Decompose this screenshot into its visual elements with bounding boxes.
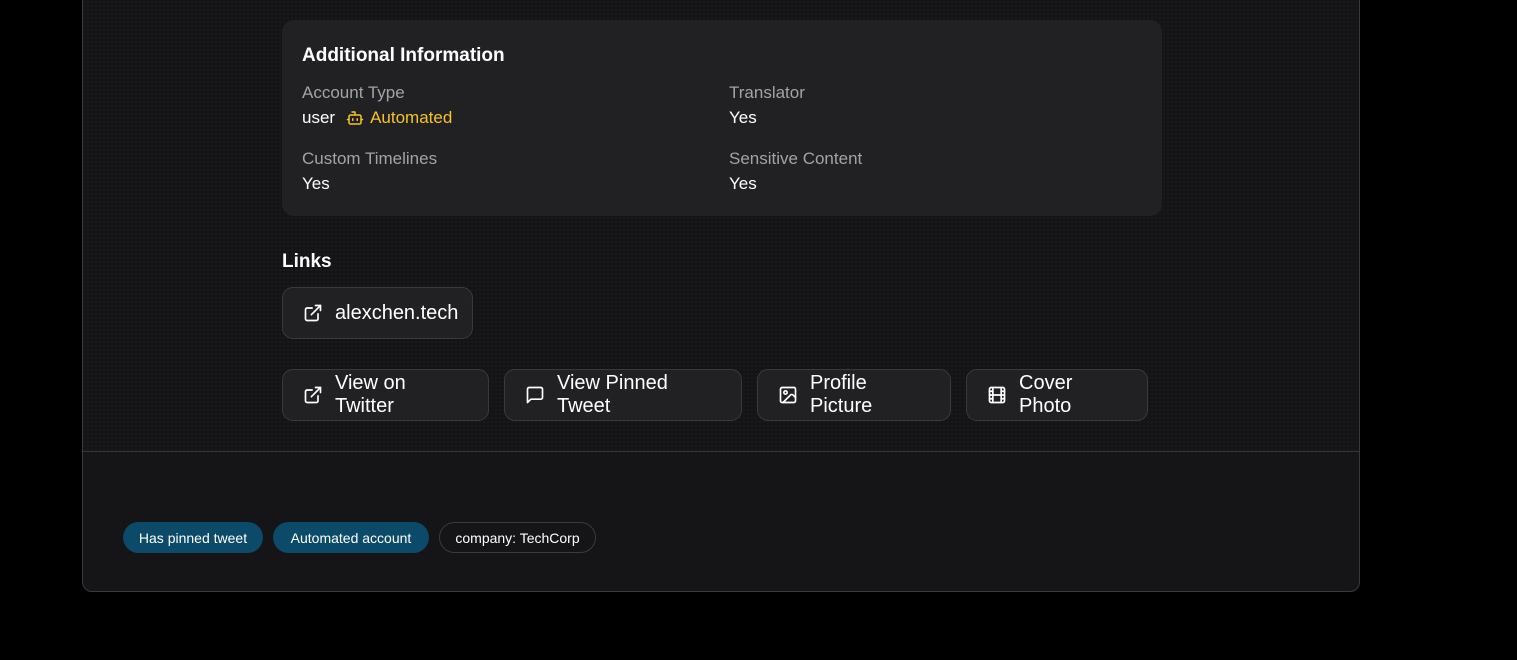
bot-icon: [346, 111, 364, 125]
custom-timelines-field: Custom Timelines Yes: [302, 149, 437, 194]
custom-timelines-value: Yes: [302, 174, 330, 193]
additional-info-title: Additional Information: [302, 45, 505, 66]
additional-info-panel: Additional Information Account Type user…: [282, 20, 1162, 216]
view-pinned-tweet-label: View Pinned Tweet: [557, 372, 668, 417]
message-square-icon: [526, 386, 544, 404]
automated-badge-label: Automated: [370, 108, 453, 127]
image-icon: [779, 386, 797, 404]
sensitive-content-label: Sensitive Content: [729, 149, 863, 168]
sensitive-content-value: Yes: [729, 174, 757, 193]
tag-automated-account: Automated account: [273, 522, 429, 553]
profile-card: Additional Information Account Type user…: [82, 0, 1360, 592]
translator-field: Translator Yes: [729, 83, 805, 128]
sensitive-content-field: Sensitive Content Yes: [729, 149, 862, 194]
translator-label: Translator: [729, 83, 805, 102]
external-link-icon: [304, 304, 322, 322]
profile-details-section: Additional Information Account Type user…: [83, 0, 1359, 452]
account-type-value: user: [302, 108, 336, 127]
cover-photo-label: Cover Photo: [1019, 372, 1073, 417]
external-link-icon: [304, 386, 322, 404]
account-type-field: Account Type user Automated: [302, 83, 452, 128]
link-label: alexchen.tech: [335, 301, 459, 324]
links-title: Links: [282, 251, 332, 272]
custom-timelines-label: Custom Timelines: [302, 149, 438, 168]
profile-picture-label: Profile Picture: [810, 372, 873, 417]
translator-value: Yes: [729, 108, 757, 127]
account-type-value-row: user Automated: [302, 108, 452, 128]
view-on-twitter-button[interactable]: View on Twitter: [282, 369, 489, 421]
view-on-twitter-label: View on Twitter: [335, 372, 406, 417]
tag-has-pinned-tweet: Has pinned tweet: [123, 522, 263, 553]
account-type-label: Account Type: [302, 83, 405, 102]
view-pinned-tweet-button[interactable]: View Pinned Tweet: [504, 369, 742, 421]
tag-company: company: TechCorp: [439, 522, 596, 553]
profile-picture-button[interactable]: Profile Picture: [757, 369, 951, 421]
cover-photo-button[interactable]: Cover Photo: [966, 369, 1148, 421]
link-alexchen-tech[interactable]: alexchen.tech: [282, 287, 473, 339]
automated-badge: Automated: [346, 108, 452, 128]
film-icon: [988, 386, 1006, 404]
